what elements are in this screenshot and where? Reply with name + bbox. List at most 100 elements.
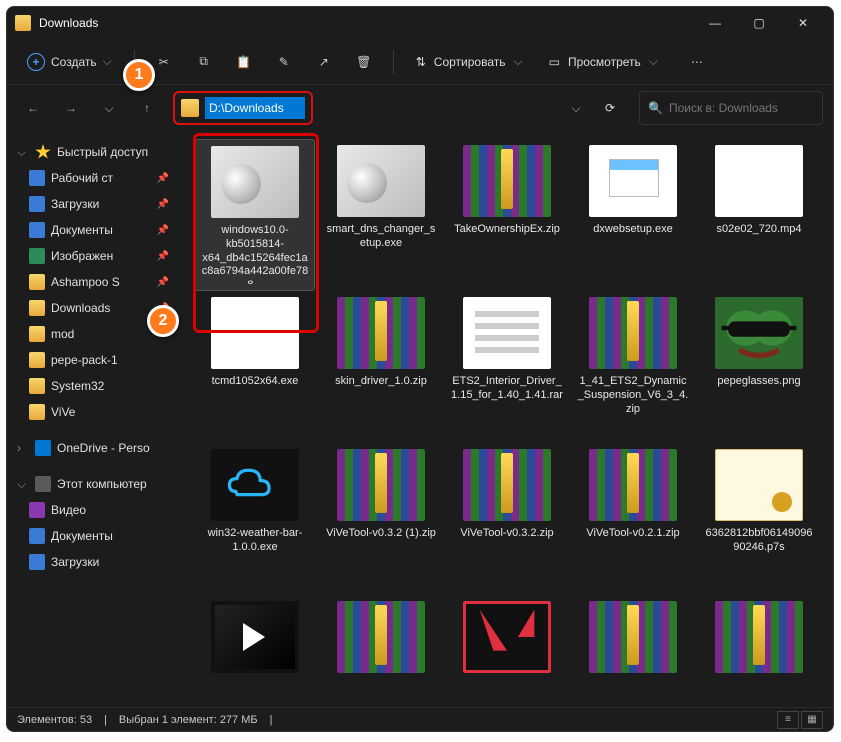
folder-icon [15, 15, 31, 31]
file-name: ViVeTool-v0.3.2.zip [460, 527, 553, 541]
file-item[interactable]: s02e02_720.mp4 [699, 139, 819, 291]
details-view-toggle[interactable]: ≡ [777, 711, 799, 729]
sidebar-item[interactable]: System32 [11, 373, 175, 399]
copy-button[interactable]: ⧉ [187, 45, 221, 79]
file-item[interactable]: skin_driver_1.0.zip [321, 291, 441, 443]
sort-button[interactable]: ⇅ Сортировать ⌵ [406, 45, 533, 79]
sidebar-item-icon [29, 170, 45, 186]
file-thumbnail [463, 297, 551, 369]
sidebar-item[interactable]: Документы [11, 523, 175, 549]
sidebar-item[interactable]: Рабочий ст📌 [11, 165, 175, 191]
file-thumbnail [337, 145, 425, 217]
sidebar-item-label: Загрузки [51, 555, 99, 569]
file-item[interactable] [321, 595, 441, 703]
sidebar-item-label: Рабочий ст [51, 171, 113, 185]
file-name: win32-weather-bar-1.0.0.exe [199, 527, 311, 555]
sidebar-item[interactable]: Видео [11, 497, 175, 523]
sidebar-item-label: Изображен [51, 249, 113, 263]
sidebar-item[interactable]: Ashampoo S📌 [11, 269, 175, 295]
sidebar-item[interactable]: Изображен📌 [11, 243, 175, 269]
sort-icon: ⇅ [416, 55, 426, 69]
up-button[interactable]: ↑ [131, 92, 163, 124]
copy-icon: ⧉ [199, 54, 208, 69]
sidebar-item-label: pepe-pack-1 [51, 353, 118, 367]
file-thumbnail [589, 601, 677, 673]
file-thumbnail [463, 145, 551, 217]
search-input[interactable] [669, 101, 814, 115]
address-bar[interactable] [173, 91, 313, 125]
sort-button-label: Сортировать [434, 55, 506, 69]
sidebar-item-label: Документы [51, 529, 113, 543]
file-item[interactable]: 1_41_ETS2_Dynamic_Suspension_V6_3_4.zip [573, 291, 693, 443]
chevron-down-icon: ⌵ [513, 54, 522, 69]
file-item[interactable]: dxwebsetup.exe [573, 139, 693, 291]
sidebar-item[interactable]: Загрузки [11, 549, 175, 575]
share-icon: ↗ [319, 55, 329, 69]
file-item[interactable] [699, 595, 819, 703]
file-item[interactable]: ETS2_Interior_Driver_1.15_for_1.40_1.41.… [447, 291, 567, 443]
separator: | [270, 714, 273, 726]
search-box[interactable]: 🔍 [639, 91, 823, 125]
file-item[interactable]: ViVeTool-v0.3.2 (1).zip [321, 443, 441, 595]
forward-button[interactable]: → [55, 92, 87, 124]
sidebar-item-label: Документы [51, 223, 113, 237]
file-item[interactable]: pepeglasses.png [699, 291, 819, 443]
file-item[interactable]: win32-weather-bar-1.0.0.exe [195, 443, 315, 595]
address-bar-group: ⌵ ⟳ [173, 91, 625, 125]
sidebar-item[interactable]: ViVe [11, 399, 175, 425]
sidebar-item[interactable]: Загрузки 📌 [11, 191, 175, 217]
file-item[interactable]: TakeOwnershipEx.zip [447, 139, 567, 291]
maximize-button[interactable]: ▢ [737, 8, 781, 38]
new-button-label: Создать [51, 55, 97, 69]
file-name: pepeglasses.png [717, 375, 800, 389]
new-button[interactable]: + Создать ⌵ [17, 45, 122, 79]
rename-button[interactable]: ✎ [267, 45, 301, 79]
sidebar-item-label: System32 [51, 379, 104, 393]
sidebar-quick-access[interactable]: ⌵ Быстрый доступ [11, 139, 175, 165]
sidebar-label: Быстрый доступ [57, 145, 148, 159]
file-item[interactable]: 6362812bbf0614909690246.p7s [699, 443, 819, 595]
sidebar-item-icon [29, 196, 45, 212]
sidebar-item-icon [29, 352, 45, 368]
pin-icon: 📌 [157, 199, 169, 210]
more-button[interactable]: ⋯ [680, 45, 714, 79]
recent-button[interactable]: ⌵ [93, 92, 125, 124]
sidebar-item-icon [29, 326, 45, 342]
delete-button[interactable]: 🗑 [347, 45, 381, 79]
sidebar-item-label: ViVe [51, 405, 75, 419]
file-item[interactable] [447, 595, 567, 703]
address-input[interactable] [205, 97, 305, 119]
file-thumbnail [211, 297, 299, 369]
sidebar-item[interactable]: Документы📌 [11, 217, 175, 243]
file-pane[interactable]: windows10.0-kb5015814-x64_db4c15264fec1a… [179, 131, 833, 703]
paste-button[interactable]: 📋 [227, 45, 261, 79]
sidebar-onedrive[interactable]: › OneDrive - Perso [11, 435, 175, 461]
file-name: skin_driver_1.0.zip [335, 375, 427, 389]
file-thumbnail [211, 601, 299, 673]
file-item[interactable]: tcmd1052x64.exe [195, 291, 315, 443]
trash-icon: 🗑 [356, 55, 371, 69]
share-button[interactable]: ↗ [307, 45, 341, 79]
file-item[interactable] [573, 595, 693, 703]
file-item[interactable] [195, 595, 315, 703]
file-item[interactable]: ViVeTool-v0.2.1.zip [573, 443, 693, 595]
sidebar-item-label: Загрузки [51, 197, 99, 211]
thumbnails-view-toggle[interactable]: ▦ [801, 711, 823, 729]
view-button[interactable]: ▭ Просмотреть ⌵ [539, 45, 668, 79]
file-name: ETS2_Interior_Driver_1.15_for_1.40_1.41.… [451, 375, 563, 403]
address-history-button[interactable]: ⌵ [561, 91, 591, 125]
file-item[interactable]: ViVeTool-v0.3.2.zip [447, 443, 567, 595]
file-name: smart_dns_changer_setup.exe [325, 223, 437, 251]
minimize-button[interactable]: — [693, 8, 737, 38]
back-button[interactable]: ← [17, 92, 49, 124]
close-button[interactable]: ✕ [781, 8, 825, 38]
sidebar-item-icon [29, 222, 45, 238]
refresh-button[interactable]: ⟳ [595, 91, 625, 125]
file-item[interactable]: smart_dns_changer_setup.exe [321, 139, 441, 291]
sidebar-label: Этот компьютер [57, 477, 147, 491]
file-name: windows10.0-kb5015814-x64_db4c15264fec1a… [200, 224, 310, 284]
sidebar-this-pc[interactable]: ⌵ Этот компьютер [11, 471, 175, 497]
sidebar-item[interactable]: pepe-pack-1 [11, 347, 175, 373]
titlebar: Downloads — ▢ ✕ [7, 7, 833, 39]
file-item[interactable]: windows10.0-kb5015814-x64_db4c15264fec1a… [195, 139, 315, 291]
